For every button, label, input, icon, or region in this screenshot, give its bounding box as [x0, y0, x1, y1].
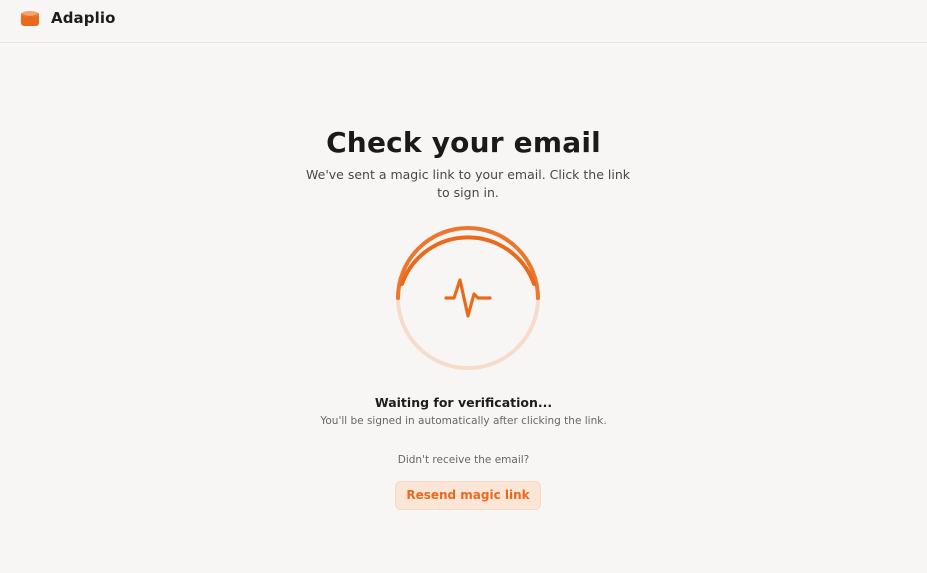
page-title: Check your email	[326, 126, 601, 159]
verification-panel: Check your email We've sent a magic link…	[0, 44, 927, 573]
brand-name[interactable]: Adaplio	[51, 9, 116, 27]
top-header: Adaplio	[0, 0, 927, 43]
waiting-status: Waiting for verification...	[374, 395, 553, 410]
resend-magic-link-button[interactable]: Resend magic link	[395, 481, 541, 510]
loading-spinner	[396, 226, 540, 370]
activity-pulse-icon	[444, 278, 492, 318]
auto-signin-note: You'll be signed in automatically after …	[320, 415, 607, 427]
cylinder-icon	[21, 11, 39, 26]
didnt-receive-text: Didn't receive the email?	[397, 454, 530, 466]
page-subtitle: We've sent a magic link to your email. C…	[306, 167, 630, 200]
